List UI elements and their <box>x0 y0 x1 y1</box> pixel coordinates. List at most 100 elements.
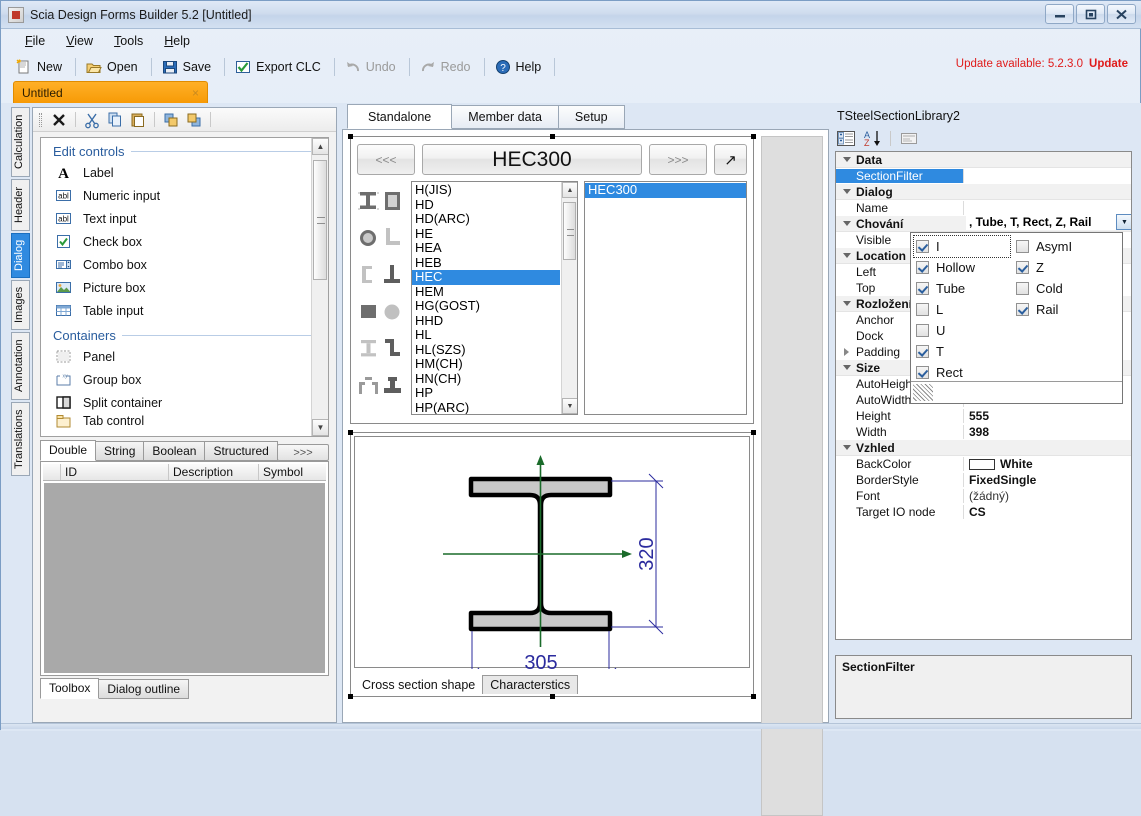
t-section-icon[interactable] <box>381 257 404 293</box>
sidebar-item-images[interactable]: Images <box>11 280 30 330</box>
z-section-icon[interactable] <box>381 331 404 367</box>
dropdown-item-asymi[interactable]: AsymI <box>1014 236 1114 257</box>
profile-list-scrollbar[interactable]: ▲ ▼ <box>561 182 577 414</box>
property-value[interactable]: 398 <box>964 425 1131 439</box>
property-row-backcolor[interactable]: BackColor White <box>836 456 1131 472</box>
toolbox-item-combo-box[interactable]: Combo box <box>41 253 328 276</box>
checkbox-icon[interactable] <box>1016 240 1029 253</box>
property-value[interactable]: FixedSingle <box>964 473 1131 487</box>
tab-double[interactable]: Double <box>40 440 96 461</box>
bring-front-icon[interactable] <box>162 111 180 129</box>
property-row-borderstyle[interactable]: BorderStyle FixedSingle <box>836 472 1131 488</box>
tab-standalone[interactable]: Standalone <box>347 104 452 129</box>
list-item[interactable]: HP <box>412 386 560 401</box>
toolbox-item-numeric-input[interactable]: abl Numeric input <box>41 184 328 207</box>
tab-setup[interactable]: Setup <box>558 105 625 129</box>
dropdown-item-u[interactable]: U <box>914 320 1014 341</box>
column-header-id[interactable]: ID <box>61 464 169 480</box>
parameters-table[interactable]: ID Description Symbol <box>40 461 329 676</box>
property-row-width[interactable]: Width 398 <box>836 424 1131 440</box>
c-channel-icon[interactable] <box>357 257 380 293</box>
checkbox-icon[interactable] <box>1016 282 1029 295</box>
chevron-down-icon[interactable]: ▼ <box>1116 214 1132 230</box>
list-item[interactable]: H(JIS) <box>412 183 560 198</box>
i-section-icon[interactable] <box>357 183 380 219</box>
checkbox-icon[interactable] <box>916 282 929 295</box>
scroll-down-icon[interactable]: ▼ <box>562 398 578 414</box>
sidebar-item-calculation[interactable]: Calculation <box>11 107 30 177</box>
dropdown-item-z[interactable]: Z <box>1014 257 1114 278</box>
toolbox-item-picture-box[interactable]: Picture box <box>41 276 328 299</box>
dropdown-item-hollow[interactable]: Hollow <box>914 257 1014 278</box>
cross-section-preview[interactable]: 320 305 Cross section shape Characte <box>350 432 754 697</box>
property-category-vzhled[interactable]: Vzhled <box>836 440 1131 456</box>
property-row-height[interactable]: Height 555 <box>836 408 1131 424</box>
menu-view[interactable]: View <box>56 32 103 50</box>
toolbox-item-split-container[interactable]: Split container <box>41 391 328 414</box>
list-item-selected[interactable]: HEC <box>412 270 560 285</box>
property-row-font[interactable]: Font (žádný) <box>836 488 1131 504</box>
i-light-icon[interactable] <box>357 331 380 367</box>
copy-icon[interactable] <box>106 111 124 129</box>
resize-handle[interactable] <box>348 430 353 435</box>
tab-dialog-outline[interactable]: Dialog outline <box>98 679 189 699</box>
resize-handle[interactable] <box>751 134 756 139</box>
toolbox-item-check-box[interactable]: Check box <box>41 230 328 253</box>
menu-help[interactable]: Help <box>154 32 200 50</box>
scrollbar-thumb[interactable] <box>563 202 576 260</box>
dropdown-item-t[interactable]: T <box>914 341 1014 362</box>
resize-handle[interactable] <box>550 134 555 139</box>
update-link[interactable]: Update <box>1089 58 1128 70</box>
help-button[interactable]: ? Help <box>490 56 550 78</box>
list-item[interactable]: HE <box>412 227 560 242</box>
open-button[interactable]: Open <box>81 56 146 78</box>
property-value[interactable]: (žádný) <box>964 489 1131 503</box>
steel-section-library-control[interactable]: <<< HEC300 >>> ↗ <box>350 136 754 424</box>
tab-member-data[interactable]: Member data <box>451 105 559 129</box>
list-item[interactable]: HL(SZS) <box>412 343 560 358</box>
property-value[interactable]: 555 <box>964 409 1131 423</box>
resize-handle[interactable] <box>348 134 353 139</box>
list-item[interactable]: HL <box>412 328 560 343</box>
profile-type-list[interactable]: H(JIS) HD HD(ARC) HE HEA HEB HEC HEM HG(… <box>411 181 578 415</box>
list-item[interactable]: HEM <box>412 285 560 300</box>
table-body[interactable] <box>44 483 325 673</box>
tab-cross-section-shape[interactable]: Cross section shape <box>355 676 482 694</box>
alphabetical-sort-icon[interactable]: AZ <box>862 129 882 148</box>
sectionfilter-editor[interactable]: , Tube, T, Rect, Z, Rail ▼ <box>966 214 1132 230</box>
sidebar-item-dialog[interactable]: Dialog <box>11 233 30 278</box>
menu-file[interactable]: File <box>15 32 55 50</box>
column-header-description[interactable]: Description <box>169 464 259 480</box>
toolbox-scrollbar[interactable]: ▲ ▼ <box>311 138 328 436</box>
previous-section-button[interactable]: <<< <box>357 144 415 175</box>
tab-structured[interactable]: Structured <box>204 441 277 461</box>
delete-x-icon[interactable] <box>50 111 68 129</box>
property-row-sectionfilter[interactable]: SectionFilter <box>836 168 1131 184</box>
property-pages-icon[interactable] <box>899 129 919 148</box>
expand-triangle-icon[interactable] <box>844 348 849 356</box>
property-category-dialog[interactable]: Dialog <box>836 184 1131 200</box>
drag-grip[interactable] <box>39 113 42 127</box>
checkbox-icon[interactable] <box>916 240 929 253</box>
list-item[interactable]: HD <box>412 198 560 213</box>
new-button[interactable]: New <box>11 56 70 78</box>
menu-tools[interactable]: Tools <box>104 32 153 50</box>
dropdown-resize-grip[interactable] <box>911 381 1122 403</box>
omega-section-icon[interactable] <box>357 368 380 404</box>
resize-handle[interactable] <box>348 694 353 699</box>
checkbox-icon[interactable] <box>916 366 929 379</box>
list-item[interactable]: HHD <box>412 314 560 329</box>
list-item-selected[interactable]: HEC300 <box>585 183 746 198</box>
column-header-symbol[interactable]: Symbol <box>259 464 326 480</box>
close-button[interactable] <box>1107 4 1136 24</box>
expand-grid-button[interactable]: >>> <box>277 444 329 461</box>
checkbox-icon[interactable] <box>1016 261 1029 274</box>
maximize-button[interactable] <box>1076 4 1105 24</box>
tab-characteristics[interactable]: Characterstics <box>482 675 578 694</box>
checkbox-icon[interactable] <box>916 261 929 274</box>
toolbox-item-panel[interactable]: Panel <box>41 345 328 368</box>
property-category-data[interactable]: Data <box>836 152 1131 168</box>
hollow-rect-icon[interactable] <box>381 183 404 219</box>
profile-size-list[interactable]: HEC300 <box>584 181 747 415</box>
cut-scissors-icon[interactable] <box>83 111 101 129</box>
